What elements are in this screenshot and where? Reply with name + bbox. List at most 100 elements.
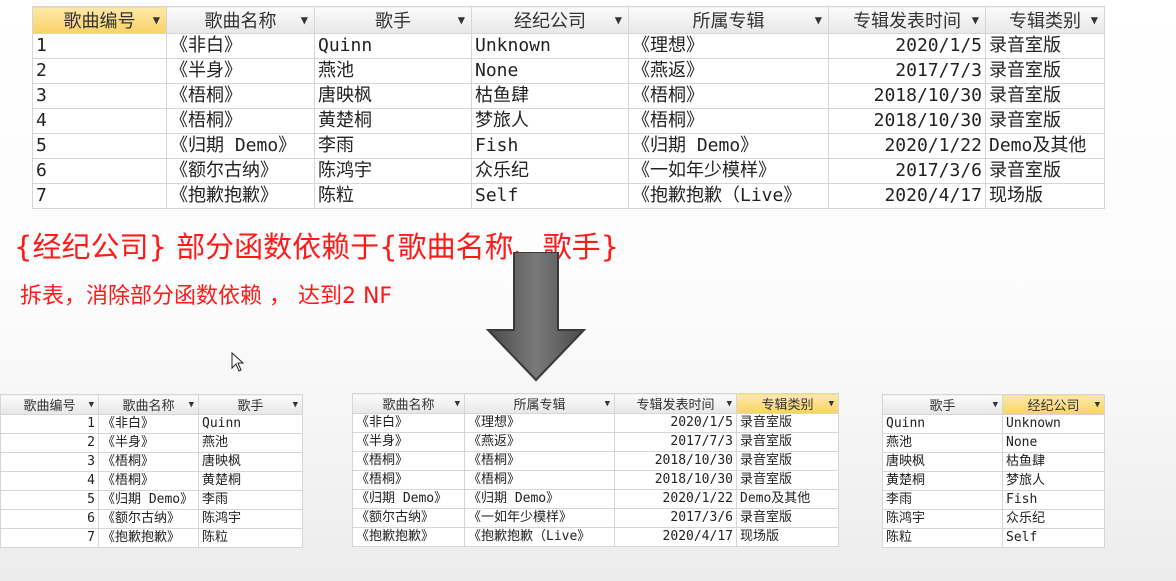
cell-album[interactable]: 《梧桐》 — [628, 83, 829, 109]
cell-company[interactable]: 众乐纪 — [1002, 509, 1105, 529]
cell-singer[interactable]: 陈粒 — [198, 528, 303, 548]
table-row[interactable]: 3 《梧桐》 唐映枫 枯鱼肆 《梧桐》 2018/10/30 录音室版 — [32, 83, 1105, 109]
cell-singer[interactable]: 陈粒 — [314, 183, 472, 209]
cell-singer[interactable]: 唐映枫 — [882, 452, 1003, 472]
cell-album[interactable]: 《归期 Demo》 — [628, 133, 829, 159]
cell-release-date[interactable]: 2020/1/22 — [828, 133, 986, 159]
table-row[interactable]: 燕池 None — [882, 433, 1105, 453]
table-row[interactable]: 唐映枫 枯鱼肆 — [882, 452, 1105, 472]
header-singer[interactable]: 歌手 ▼ — [882, 394, 1003, 415]
dropdown-arrow-icon[interactable]: ▼ — [829, 399, 834, 409]
cell-album[interactable]: 《一如年少模样》 — [628, 158, 829, 184]
table-row[interactable]: Quinn Unknown — [882, 414, 1105, 434]
dropdown-arrow-icon[interactable]: ▼ — [153, 13, 160, 27]
cell-release-date[interactable]: 2017/3/6 — [614, 508, 737, 528]
cell-album-type[interactable]: 录音室版 — [736, 470, 839, 490]
cell-singer[interactable]: 陈鸿宇 — [198, 509, 303, 529]
cell-song-id[interactable]: 6 — [0, 509, 99, 529]
cell-release-date[interactable]: 2020/1/22 — [614, 489, 737, 509]
table-row[interactable]: 李雨 Fish — [882, 490, 1105, 510]
cell-album-type[interactable]: 录音室版 — [985, 33, 1105, 59]
cell-song-name[interactable]: 《非白》 — [166, 33, 315, 59]
cell-album-type[interactable]: 录音室版 — [736, 508, 839, 528]
cell-company[interactable]: 枯鱼肆 — [471, 83, 629, 109]
cell-song-name[interactable]: 《抱歉抱歉》 — [166, 183, 315, 209]
cell-album-type[interactable]: 录音室版 — [736, 432, 839, 452]
table-row[interactable]: 5 《归期 Demo》 李雨 — [0, 490, 303, 510]
table-row[interactable]: 《额尔古纳》 《一如年少模样》 2017/3/6 录音室版 — [352, 508, 839, 528]
table-row[interactable]: 6 《额尔古纳》 陈鸿宇 众乐纪 《一如年少模样》 2017/3/6 录音室版 — [32, 158, 1105, 184]
table-row[interactable]: 2 《半身》 燕池 — [0, 433, 303, 453]
cell-song-name[interactable]: 《梧桐》 — [98, 471, 199, 491]
cell-album[interactable]: 《抱歉抱歉（Live》 — [464, 527, 615, 547]
cell-company[interactable]: Unknown — [471, 33, 629, 59]
cell-release-date[interactable]: 2017/3/6 — [828, 158, 986, 184]
cell-singer[interactable]: 黄楚桐 — [314, 108, 472, 134]
cell-song-id[interactable]: 6 — [32, 158, 167, 184]
cell-company[interactable]: Self — [471, 183, 629, 209]
cell-company[interactable]: Fish — [471, 133, 629, 159]
cell-album-type[interactable]: Demo及其他 — [736, 489, 839, 509]
cell-company[interactable]: 梦旅人 — [1002, 471, 1105, 491]
cell-singer[interactable]: 李雨 — [198, 490, 303, 510]
table-row[interactable]: 《抱歉抱歉》 《抱歉抱歉（Live》 2020/4/17 现场版 — [352, 527, 839, 547]
cell-release-date[interactable]: 2017/7/3 — [614, 432, 737, 452]
table-row[interactable]: 陈鸿宇 众乐纪 — [882, 509, 1105, 529]
cell-song-id[interactable]: 3 — [32, 83, 167, 109]
cell-song-id[interactable]: 5 — [32, 133, 167, 159]
cell-company[interactable]: Unknown — [1002, 414, 1105, 434]
cell-song-name[interactable]: 《半身》 — [98, 433, 199, 453]
dropdown-arrow-icon[interactable]: ▼ — [189, 400, 194, 410]
table-row[interactable]: 4 《梧桐》 黄楚桐 — [0, 471, 303, 491]
table-row[interactable]: 6 《额尔古纳》 陈鸿宇 — [0, 509, 303, 529]
cell-song-name[interactable]: 《抱歉抱歉》 — [352, 527, 465, 547]
cell-song-id[interactable]: 3 — [0, 452, 99, 472]
cell-album-type[interactable]: Demo及其他 — [985, 133, 1105, 159]
cell-album-type[interactable]: 现场版 — [736, 527, 839, 547]
cell-song-name[interactable]: 《额尔古纳》 — [166, 158, 315, 184]
cell-company[interactable]: 众乐纪 — [471, 158, 629, 184]
cell-company[interactable]: Self — [1002, 528, 1105, 548]
cell-song-id[interactable]: 2 — [32, 58, 167, 84]
cell-album-type[interactable]: 录音室版 — [985, 108, 1105, 134]
cell-song-id[interactable]: 7 — [0, 528, 99, 548]
cell-album[interactable]: 《理想》 — [464, 413, 615, 433]
cell-song-id[interactable]: 1 — [0, 414, 99, 434]
cell-song-name[interactable]: 《非白》 — [352, 413, 465, 433]
header-company[interactable]: 经纪公司 ▼ — [471, 6, 629, 34]
cell-album[interactable]: 《燕返》 — [464, 432, 615, 452]
cell-song-name[interactable]: 《梧桐》 — [352, 451, 465, 471]
cell-singer[interactable]: 陈鸿宇 — [882, 509, 1003, 529]
cell-album-type[interactable]: 现场版 — [985, 183, 1105, 209]
cell-release-date[interactable]: 2020/4/17 — [614, 527, 737, 547]
cell-album[interactable]: 《梧桐》 — [628, 108, 829, 134]
dropdown-arrow-icon[interactable]: ▼ — [89, 400, 94, 410]
dropdown-arrow-icon[interactable]: ▼ — [1095, 400, 1100, 410]
cell-release-date[interactable]: 2018/10/30 — [614, 470, 737, 490]
cell-album[interactable]: 《理想》 — [628, 33, 829, 59]
cell-singer[interactable]: 陈鸿宇 — [314, 158, 472, 184]
header-album[interactable]: 所属专辑 ▼ — [628, 6, 829, 34]
cell-album[interactable]: 《梧桐》 — [464, 451, 615, 471]
header-song-id[interactable]: 歌曲编号 ▼ — [0, 394, 99, 415]
cell-singer[interactable]: Quinn — [314, 33, 472, 59]
cell-singer[interactable]: Quinn — [198, 414, 303, 434]
cell-singer[interactable]: 燕池 — [882, 433, 1003, 453]
cell-song-id[interactable]: 5 — [0, 490, 99, 510]
cell-release-date[interactable]: 2018/10/30 — [614, 451, 737, 471]
cell-singer[interactable]: 黄楚桐 — [882, 471, 1003, 491]
table-row[interactable]: 1 《非白》 Quinn — [0, 414, 303, 434]
cell-song-name[interactable]: 《梧桐》 — [166, 83, 315, 109]
table-row[interactable]: 陈粒 Self — [882, 528, 1105, 548]
header-song-name[interactable]: 歌曲名称 ▼ — [352, 393, 465, 414]
table-row[interactable]: 5 《归期 Demo》 李雨 Fish 《归期 Demo》 2020/1/22 Demo及其… — [32, 133, 1105, 159]
header-song-name[interactable]: 歌曲名称 ▼ — [98, 394, 199, 415]
cell-release-date[interactable]: 2020/1/5 — [828, 33, 986, 59]
cell-album-type[interactable]: 录音室版 — [736, 413, 839, 433]
cell-song-id[interactable]: 2 — [0, 433, 99, 453]
dropdown-arrow-icon[interactable]: ▼ — [1091, 13, 1098, 27]
cell-release-date[interactable]: 2020/1/5 — [614, 413, 737, 433]
table-row[interactable]: 黄楚桐 梦旅人 — [882, 471, 1105, 491]
header-singer[interactable]: 歌手 ▼ — [314, 6, 472, 34]
cell-album-type[interactable]: 录音室版 — [736, 451, 839, 471]
